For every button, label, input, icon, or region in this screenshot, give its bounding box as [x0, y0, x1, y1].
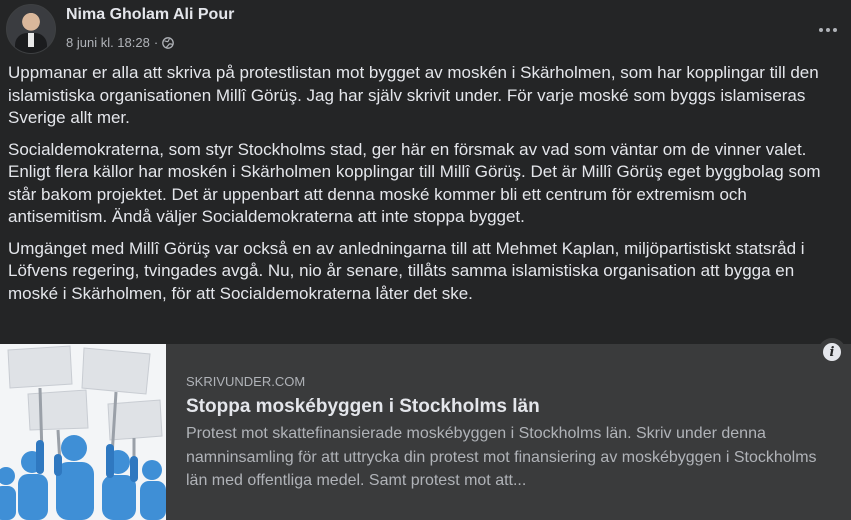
more-dot: [826, 28, 830, 32]
link-title[interactable]: Stoppa moskébyggen i Stockholms län: [186, 396, 540, 418]
link-domain: SKRIVUNDER.COM: [186, 374, 306, 389]
meta-separator: ·: [153, 35, 159, 50]
post-body: Uppmanar er alla att skriva på protestli…: [8, 62, 838, 314]
post-paragraph-1: Uppmanar er alla att skriva på protestli…: [8, 63, 819, 127]
avatar-shirt: [28, 33, 34, 47]
author-name[interactable]: Nima Gholam Ali Pour: [66, 6, 234, 24]
avatar[interactable]: [6, 4, 56, 54]
more-horizontal-icon: [819, 28, 823, 32]
more-options-button[interactable]: [810, 12, 846, 48]
post-paragraph-3: Umgänget med Millî Görüş var också en av…: [8, 238, 805, 303]
info-icon: i: [823, 343, 841, 361]
globe-icon: [162, 36, 175, 49]
post-paragraph-2: Socialdemokraterna, som styr Stockholms …: [8, 139, 821, 227]
link-preview-card[interactable]: SKRIVUNDER.COM Stoppa moskébyggen i Stoc…: [0, 344, 851, 520]
protest-crowd-image: [0, 344, 166, 520]
post-date[interactable]: 8 juni kl. 18:28: [66, 35, 150, 50]
post-meta: 8 juni kl. 18:28 ·: [66, 35, 175, 50]
facebook-post: Nima Gholam Ali Pour 8 juni kl. 18:28 · …: [0, 0, 851, 520]
post-header: Nima Gholam Ali Pour 8 juni kl. 18:28 ·: [0, 0, 851, 60]
link-description: Protest mot skattefinansierade moskébygg…: [186, 425, 817, 489]
more-dot: [833, 28, 837, 32]
info-button[interactable]: i: [818, 338, 846, 366]
